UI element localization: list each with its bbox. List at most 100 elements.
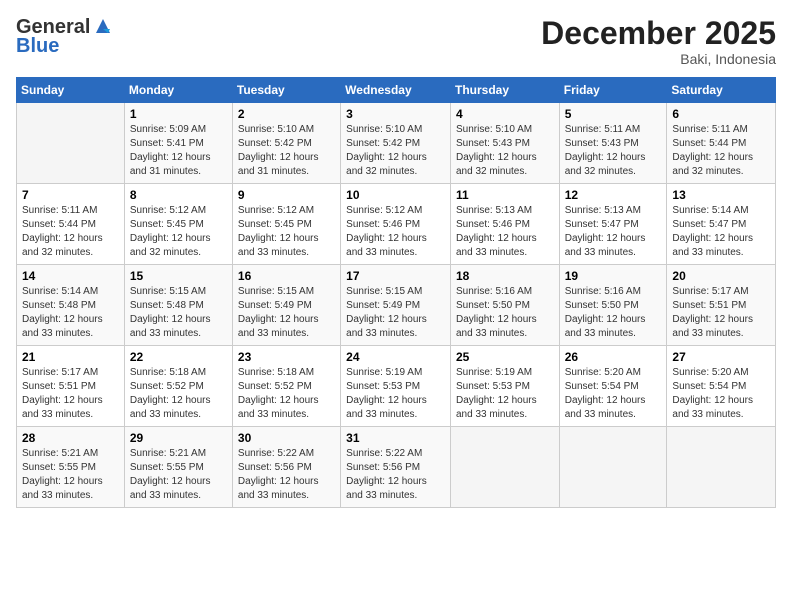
day-info: Sunrise: 5:16 AM Sunset: 5:50 PM Dayligh…	[565, 285, 662, 341]
calendar-cell: 27 Sunrise: 5:20 AM Sunset: 5:54 PM Dayli…	[667, 346, 776, 427]
day-number: 20	[672, 269, 770, 283]
day-number: 10	[346, 188, 445, 202]
day-info: Sunrise: 5:11 AM Sunset: 5:44 PM Dayligh…	[672, 123, 770, 179]
col-header-sunday: Sunday	[17, 78, 125, 103]
calendar-cell: 26 Sunrise: 5:20 AM Sunset: 5:54 PM Dayli…	[559, 346, 667, 427]
calendar-cell: 24 Sunrise: 5:19 AM Sunset: 5:53 PM Dayli…	[341, 346, 451, 427]
logo-icon	[92, 15, 114, 37]
day-number: 1	[130, 107, 227, 121]
page-header: General Blue December 2025 Baki, Indones…	[16, 16, 776, 67]
week-row-4: 21 Sunrise: 5:17 AM Sunset: 5:51 PM Dayli…	[17, 346, 776, 427]
day-info: Sunrise: 5:13 AM Sunset: 5:47 PM Dayligh…	[565, 204, 662, 260]
day-info: Sunrise: 5:14 AM Sunset: 5:48 PM Dayligh…	[22, 285, 119, 341]
day-info: Sunrise: 5:12 AM Sunset: 5:45 PM Dayligh…	[130, 204, 227, 260]
location: Baki, Indonesia	[541, 51, 776, 67]
day-info: Sunrise: 5:12 AM Sunset: 5:45 PM Dayligh…	[238, 204, 335, 260]
calendar-cell: 2 Sunrise: 5:10 AM Sunset: 5:42 PM Daylig…	[232, 103, 340, 184]
calendar-cell: 22Sunrise: 5:18 AM Sunset: 5:52 PM Dayli…	[124, 346, 232, 427]
day-number: 29	[130, 431, 227, 445]
calendar-cell: 29 Sunrise: 5:21 AM Sunset: 5:55 PM Dayli…	[124, 427, 232, 508]
calendar-cell	[559, 427, 667, 508]
day-info: Sunrise: 5:17 AM Sunset: 5:51 PM Dayligh…	[672, 285, 770, 341]
logo: General Blue	[16, 16, 114, 58]
day-info: Sunrise: 5:13 AM Sunset: 5:46 PM Dayligh…	[456, 204, 554, 260]
day-info: Sunrise: 5:11 AM Sunset: 5:44 PM Dayligh…	[22, 204, 119, 260]
day-number: 4	[456, 107, 554, 121]
day-number: 5	[565, 107, 662, 121]
day-number: 27	[672, 350, 770, 364]
calendar-cell: 25Sunrise: 5:19 AM Sunset: 5:53 PM Dayli…	[450, 346, 559, 427]
calendar-cell	[450, 427, 559, 508]
day-info: Sunrise: 5:20 AM Sunset: 5:54 PM Dayligh…	[565, 366, 662, 422]
calendar-table: SundayMondayTuesdayWednesdayThursdayFrid…	[16, 77, 776, 508]
day-info: Sunrise: 5:20 AM Sunset: 5:54 PM Dayligh…	[672, 366, 770, 422]
day-info: Sunrise: 5:14 AM Sunset: 5:47 PM Dayligh…	[672, 204, 770, 260]
col-header-tuesday: Tuesday	[232, 78, 340, 103]
title-block: December 2025 Baki, Indonesia	[541, 16, 776, 67]
calendar-cell: 5 Sunrise: 5:11 AM Sunset: 5:43 PM Daylig…	[559, 103, 667, 184]
calendar-cell: 19 Sunrise: 5:16 AM Sunset: 5:50 PM Dayli…	[559, 265, 667, 346]
day-number: 12	[565, 188, 662, 202]
col-header-monday: Monday	[124, 78, 232, 103]
day-number: 7	[22, 188, 119, 202]
calendar-cell: 10 Sunrise: 5:12 AM Sunset: 5:46 PM Dayli…	[341, 184, 451, 265]
day-number: 18	[456, 269, 554, 283]
calendar-cell: 23Sunrise: 5:18 AM Sunset: 5:52 PM Dayli…	[232, 346, 340, 427]
week-row-3: 14 Sunrise: 5:14 AM Sunset: 5:48 PM Dayli…	[17, 265, 776, 346]
day-info: Sunrise: 5:15 AM Sunset: 5:49 PM Dayligh…	[346, 285, 445, 341]
day-number: 21	[22, 350, 119, 364]
day-info: Sunrise: 5:10 AM Sunset: 5:42 PM Dayligh…	[238, 123, 335, 179]
calendar-cell: 18 Sunrise: 5:16 AM Sunset: 5:50 PM Dayli…	[450, 265, 559, 346]
day-number: 30	[238, 431, 335, 445]
day-number: 15	[130, 269, 227, 283]
calendar-cell: 12 Sunrise: 5:13 AM Sunset: 5:47 PM Dayli…	[559, 184, 667, 265]
week-row-5: 28 Sunrise: 5:21 AM Sunset: 5:55 PM Dayli…	[17, 427, 776, 508]
calendar-cell: 21 Sunrise: 5:17 AM Sunset: 5:51 PM Dayli…	[17, 346, 125, 427]
day-number: 11	[456, 188, 554, 202]
day-number: 28	[22, 431, 119, 445]
day-number: 19	[565, 269, 662, 283]
day-number: 22	[130, 350, 227, 364]
calendar-cell: 30 Sunrise: 5:22 AM Sunset: 5:56 PM Dayli…	[232, 427, 340, 508]
calendar-cell: 11 Sunrise: 5:13 AM Sunset: 5:46 PM Dayli…	[450, 184, 559, 265]
day-info: Sunrise: 5:10 AM Sunset: 5:42 PM Dayligh…	[346, 123, 445, 179]
day-info: Sunrise: 5:15 AM Sunset: 5:49 PM Dayligh…	[238, 285, 335, 341]
day-number: 24	[346, 350, 445, 364]
calendar-cell	[667, 427, 776, 508]
day-info: Sunrise: 5:16 AM Sunset: 5:50 PM Dayligh…	[456, 285, 554, 341]
day-info: Sunrise: 5:09 AM Sunset: 5:41 PM Dayligh…	[130, 123, 227, 179]
day-number: 9	[238, 188, 335, 202]
day-number: 25	[456, 350, 554, 364]
week-row-1: 1 Sunrise: 5:09 AM Sunset: 5:41 PM Daylig…	[17, 103, 776, 184]
calendar-cell: 9 Sunrise: 5:12 AM Sunset: 5:45 PM Daylig…	[232, 184, 340, 265]
day-info: Sunrise: 5:18 AM Sunset: 5:52 PM Dayligh…	[238, 366, 335, 422]
day-number: 2	[238, 107, 335, 121]
day-info: Sunrise: 5:21 AM Sunset: 5:55 PM Dayligh…	[130, 447, 227, 503]
day-number: 3	[346, 107, 445, 121]
day-number: 31	[346, 431, 445, 445]
day-info: Sunrise: 5:22 AM Sunset: 5:56 PM Dayligh…	[238, 447, 335, 503]
day-info: Sunrise: 5:11 AM Sunset: 5:43 PM Dayligh…	[565, 123, 662, 179]
day-info: Sunrise: 5:12 AM Sunset: 5:46 PM Dayligh…	[346, 204, 445, 260]
calendar-cell: 8 Sunrise: 5:12 AM Sunset: 5:45 PM Daylig…	[124, 184, 232, 265]
calendar-cell: 15 Sunrise: 5:15 AM Sunset: 5:48 PM Dayli…	[124, 265, 232, 346]
col-header-saturday: Saturday	[667, 78, 776, 103]
week-row-2: 7 Sunrise: 5:11 AM Sunset: 5:44 PM Daylig…	[17, 184, 776, 265]
day-number: 8	[130, 188, 227, 202]
calendar-cell: 3 Sunrise: 5:10 AM Sunset: 5:42 PM Daylig…	[341, 103, 451, 184]
calendar-cell: 17Sunrise: 5:15 AM Sunset: 5:49 PM Dayli…	[341, 265, 451, 346]
day-number: 26	[565, 350, 662, 364]
day-info: Sunrise: 5:21 AM Sunset: 5:55 PM Dayligh…	[22, 447, 119, 503]
calendar-cell: 31Sunrise: 5:22 AM Sunset: 5:56 PM Dayli…	[341, 427, 451, 508]
day-number: 6	[672, 107, 770, 121]
month-title: December 2025	[541, 16, 776, 51]
day-number: 14	[22, 269, 119, 283]
day-info: Sunrise: 5:15 AM Sunset: 5:48 PM Dayligh…	[130, 285, 227, 341]
day-info: Sunrise: 5:10 AM Sunset: 5:43 PM Dayligh…	[456, 123, 554, 179]
col-header-friday: Friday	[559, 78, 667, 103]
calendar-cell: 4 Sunrise: 5:10 AM Sunset: 5:43 PM Daylig…	[450, 103, 559, 184]
day-info: Sunrise: 5:19 AM Sunset: 5:53 PM Dayligh…	[346, 366, 445, 422]
calendar-cell: 20 Sunrise: 5:17 AM Sunset: 5:51 PM Dayli…	[667, 265, 776, 346]
day-number: 13	[672, 188, 770, 202]
day-info: Sunrise: 5:17 AM Sunset: 5:51 PM Dayligh…	[22, 366, 119, 422]
